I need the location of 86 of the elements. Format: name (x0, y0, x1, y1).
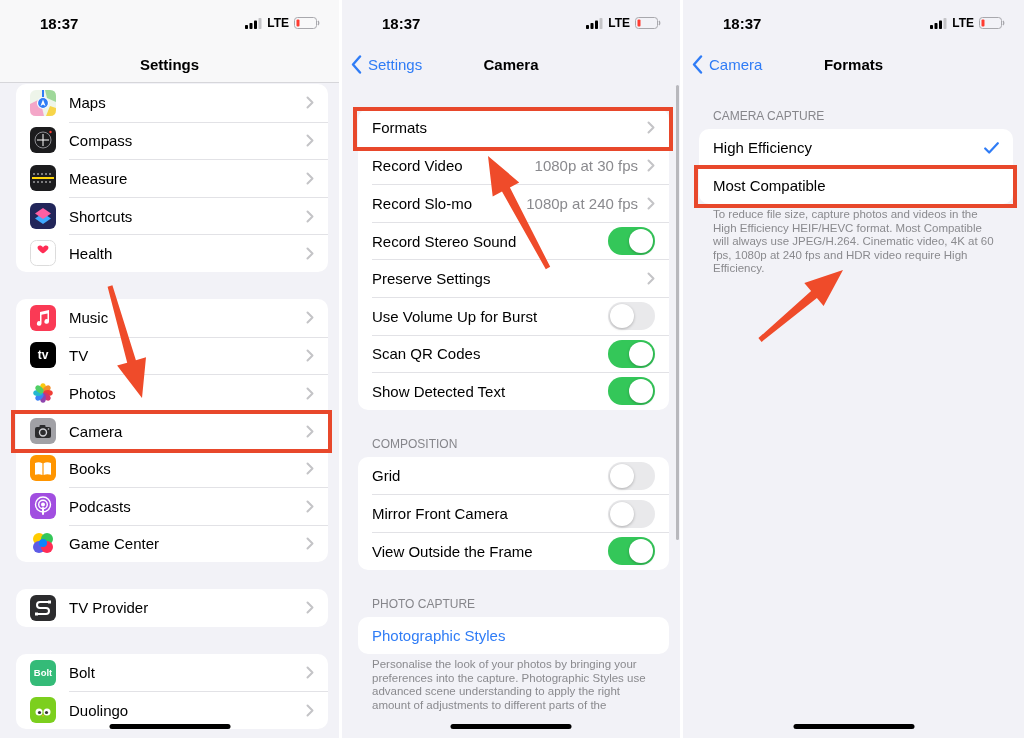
chevron-left-icon (351, 54, 362, 74)
setting-label: Show Detected Text (372, 382, 506, 400)
chevron-right-icon (306, 209, 314, 223)
chevron-right-icon (647, 159, 655, 173)
status-time: 18:37 (382, 14, 421, 32)
settings-item[interactable]: Game Center (16, 524, 328, 563)
chevron-right-icon (306, 462, 314, 476)
chevron-right-icon (306, 386, 314, 400)
settings-item[interactable]: Measure (16, 159, 328, 197)
back-button[interactable]: Camera (683, 54, 763, 74)
music-note-icon (30, 304, 56, 331)
settings-item[interactable]: Formats (358, 109, 669, 147)
camera-icon (30, 417, 56, 444)
chevron-right-icon (306, 247, 314, 261)
settings-item[interactable]: Bolt Bolt (16, 653, 328, 692)
app-logo: Bolt (30, 659, 56, 686)
setting-label: Use Volume Up for Burst (372, 307, 538, 325)
signal-icon (245, 17, 263, 29)
chevron-right-icon (306, 601, 314, 615)
status-time: 18:37 (40, 14, 79, 32)
settings-item[interactable]: Shortcuts (16, 196, 328, 235)
chevron-right-icon (306, 172, 314, 185)
ruler-icon (30, 165, 56, 191)
nav-title: Formats (823, 55, 884, 73)
compass-icon (30, 127, 56, 154)
owl-icon (30, 697, 56, 724)
toggle-switch[interactable] (608, 339, 655, 368)
open-book-icon (30, 455, 56, 482)
toggle-switch[interactable] (608, 499, 655, 528)
chevron-left-icon (692, 54, 703, 74)
battery-icon (635, 17, 661, 29)
toggle-switch[interactable] (608, 461, 655, 490)
battery-icon (294, 17, 320, 29)
back-button[interactable]: Settings (342, 54, 423, 74)
chevron-right-icon (306, 704, 314, 718)
chevron-right-icon (647, 121, 655, 135)
podcast-icon (30, 492, 56, 519)
section-header: PHOTO CAPTURE (371, 596, 477, 611)
battery-icon (979, 17, 1005, 29)
setting-label: Mirror Front Camera (372, 505, 508, 523)
map-icon (30, 89, 56, 116)
cable-icon (30, 594, 56, 621)
option-row[interactable]: Most Compatible (699, 166, 1013, 205)
chevron-right-icon (647, 197, 655, 210)
settings-item[interactable]: TV Provider (16, 589, 328, 627)
chevron-right-icon (306, 424, 314, 438)
chevron-right-icon (306, 96, 314, 110)
chevron-right-icon (306, 537, 314, 551)
footnote-text: To reduce file size, capture photos and videos in the High Efficiency HEIF/HEVC format. Most Compatible will always use JPEG/H.264. Cinematic video, 4K at 60 fps, 1080p at 240 fps and HDR video require High Efficiency. (713, 208, 995, 276)
layered-shapes-icon (30, 202, 56, 229)
setting-label: Record Stereo Sound (372, 232, 517, 250)
settings-item[interactable]: Books (16, 449, 328, 487)
chevron-right-icon (306, 666, 314, 679)
network-label: LTE (608, 16, 630, 30)
chevron-right-icon (306, 499, 314, 513)
chevron-right-icon (306, 134, 314, 148)
toggle-switch[interactable] (608, 537, 655, 566)
network-label: LTE (952, 16, 974, 30)
chevron-right-icon (306, 311, 314, 325)
app-logo: tv (30, 342, 56, 369)
nav-title: Settings (139, 55, 200, 73)
status-time: 18:37 (723, 14, 762, 32)
signal-icon (930, 17, 948, 29)
settings-item[interactable]: Health (16, 234, 328, 272)
detail-value: 1080p at 30 fps (534, 157, 638, 175)
settings-item[interactable]: Podcasts (16, 486, 328, 525)
section-header: COMPOSITION (371, 436, 459, 451)
detail-value: 1080p at 240 fps (526, 195, 638, 212)
network-label: LTE (267, 16, 289, 30)
chevron-right-icon (306, 349, 314, 363)
toggle-switch[interactable] (608, 377, 655, 406)
setting-label: View Outside the Frame (372, 542, 533, 560)
nav-title: Camera (483, 55, 539, 73)
settings-item[interactable]: Camera (16, 411, 328, 450)
setting-label: Scan QR Codes (372, 345, 481, 363)
option-row[interactable]: High Efficiency (699, 129, 1013, 167)
section-header: CAMERA CAPTURE (712, 109, 826, 123)
settings-item[interactable]: Compass (16, 121, 328, 160)
toggle-switch[interactable] (608, 302, 655, 331)
settings-item[interactable]: Maps (16, 84, 328, 122)
footnote-text: Personalise the look of your photos by bringing your preferences into the capture. Photographic Styles use advanced scene understanding to apply the right amount of adjustments to different parts of the (372, 658, 647, 713)
signal-icon (586, 17, 604, 29)
toggle-switch[interactable] (608, 227, 655, 256)
settings-link[interactable]: Photographic Styles (358, 616, 669, 655)
setting-label: Grid (372, 467, 401, 485)
chevron-right-icon (647, 272, 655, 286)
